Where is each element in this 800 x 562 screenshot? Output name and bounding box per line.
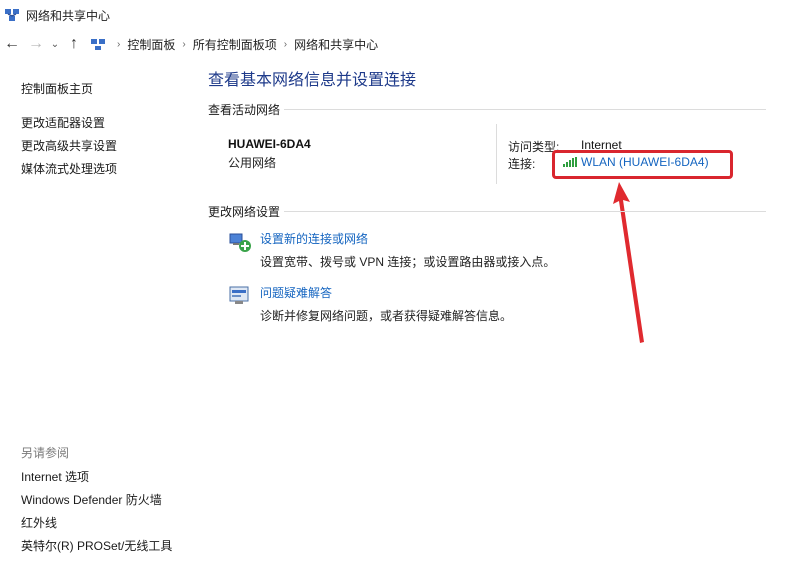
active-networks-heading: 查看活动网络	[208, 101, 285, 118]
network-center-icon	[5, 9, 19, 21]
main-panel: 查看基本网络信息并设置连接 查看活动网络 HUAWEI-6DA4 公用网络 访问…	[192, 58, 800, 562]
task-new-connection: 设置新的连接或网络 设置宽带、拨号或 VPN 连接；或设置路由器或接入点。	[228, 230, 555, 270]
wlan-connection-label: WLAN (HUAWEI-6DA4)	[581, 155, 709, 169]
control-panel-icon	[91, 39, 105, 50]
breadcrumb-item[interactable]: 所有控制面板项	[193, 36, 277, 53]
task-troubleshoot: 问题疑难解答 诊断并修复网络问题，或者获得疑难解答信息。	[228, 284, 512, 324]
sidebar-item-firewall[interactable]: Windows Defender 防火墙	[21, 491, 162, 508]
annotation-arrow	[613, 182, 644, 343]
divider	[208, 211, 766, 212]
network-name: HUAWEI-6DA4	[228, 137, 311, 151]
sidebar-item-home[interactable]: 控制面板主页	[21, 80, 93, 97]
new-connection-icon	[229, 233, 251, 252]
troubleshoot-icon	[229, 286, 249, 304]
troubleshoot-description: 诊断并修复网络问题，或者获得疑难解答信息。	[260, 309, 513, 323]
wifi-signal-icon	[563, 157, 577, 167]
chevron-right-icon: ›	[182, 38, 186, 50]
breadcrumb: › 控制面板 › 所有控制面板项 › 网络和共享中心	[88, 36, 378, 53]
see-also-heading: 另请参阅	[21, 446, 70, 460]
new-connection-description: 设置宽带、拨号或 VPN 连接；或设置路由器或接入点。	[260, 255, 556, 269]
sidebar: 控制面板主页 更改适配器设置 更改高级共享设置 媒体流式处理选项 另请参阅 In…	[0, 58, 192, 562]
breadcrumb-item[interactable]: 网络和共享中心	[294, 36, 378, 53]
title-bar: 网络和共享中心	[0, 0, 800, 30]
sidebar-item-infrared[interactable]: 红外线	[21, 514, 57, 531]
new-connection-link[interactable]: 设置新的连接或网络	[260, 230, 555, 247]
sidebar-item-media-streaming[interactable]: 媒体流式处理选项	[21, 160, 117, 177]
sidebar-item-adapter-settings[interactable]: 更改适配器设置	[21, 114, 105, 131]
sidebar-item-proset[interactable]: 英特尔(R) PROSet/无线工具	[21, 537, 172, 554]
breadcrumb-item[interactable]: 控制面板	[127, 36, 175, 53]
forward-arrow-icon[interactable]: →	[24, 32, 48, 56]
window-title: 网络和共享中心	[26, 8, 111, 23]
chevron-right-icon: ›	[283, 38, 288, 50]
divider	[496, 124, 497, 184]
connection-label: 连接:	[508, 157, 536, 171]
divider	[208, 109, 766, 110]
chevron-right-icon: ›	[117, 38, 121, 50]
troubleshoot-link[interactable]: 问题疑难解答	[260, 284, 512, 301]
page-title: 查看基本网络信息并设置连接	[208, 72, 417, 89]
chevron-down-icon[interactable]: ⌄	[48, 32, 62, 56]
change-settings-heading: 更改网络设置	[208, 203, 285, 220]
network-category[interactable]: 公用网络	[228, 154, 276, 171]
back-arrow-icon[interactable]: ←	[0, 32, 24, 56]
wlan-connection-link[interactable]: WLAN (HUAWEI-6DA4)	[563, 155, 709, 169]
address-bar: ← → ⌄ ↑ › 控制面板 › 所有控制面板项 › 网络和共享中心	[0, 30, 800, 58]
up-arrow-icon[interactable]: ↑	[62, 32, 86, 56]
sidebar-item-internet-options[interactable]: Internet 选项	[21, 468, 89, 485]
sidebar-item-advanced-sharing[interactable]: 更改高级共享设置	[21, 137, 117, 154]
